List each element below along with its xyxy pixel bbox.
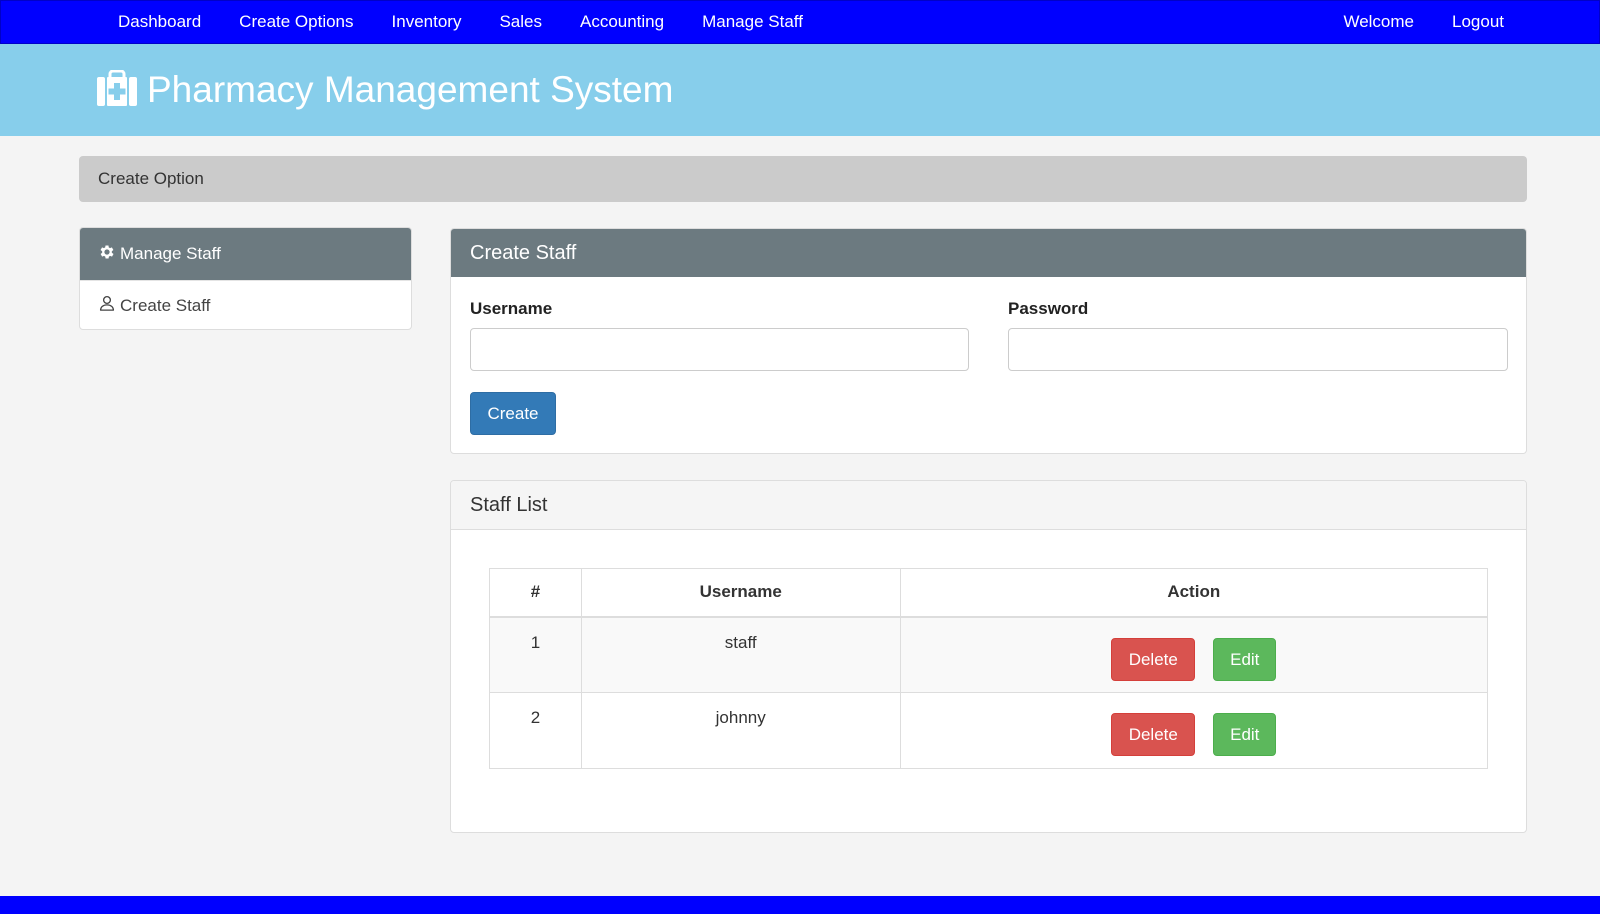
username-label: Username: [470, 299, 553, 318]
row-actions: Delete Edit: [899, 616, 1489, 693]
row-username: staff: [580, 616, 901, 693]
table-row: 2 johnny Delete Edit: [489, 692, 1489, 769]
header-title-group: Pharmacy Management System: [97, 68, 673, 112]
page-title: Pharmacy Management System: [147, 69, 674, 110]
create-staff-heading: Create Staff: [451, 229, 1526, 277]
sidebar-item-label: Create Staff: [120, 295, 211, 315]
nav-dashboard[interactable]: Dashboard: [99, 1, 220, 43]
column-header-username: Username: [580, 568, 901, 618]
top-navbar: Dashboard Create Options Inventory Sales…: [0, 0, 1600, 44]
row-number: 2: [489, 692, 582, 769]
nav-sales[interactable]: Sales: [480, 1, 561, 43]
footer-bar: [0, 896, 1600, 914]
password-input[interactable]: [1008, 328, 1508, 371]
action-group: Delete Edit: [901, 637, 1487, 681]
column-header-action: Action: [899, 568, 1489, 618]
nav-create-options[interactable]: Create Options: [220, 1, 372, 43]
sidebar-heading: Manage Staff: [80, 228, 411, 280]
gear-icon: [98, 243, 116, 266]
nav-accounting[interactable]: Accounting: [561, 1, 683, 43]
edit-button[interactable]: Edit: [1213, 713, 1277, 756]
delete-button[interactable]: Delete: [1111, 713, 1196, 756]
table-row: 1 staff Delete Edit: [489, 616, 1489, 693]
action-group: Delete Edit: [901, 713, 1487, 756]
page-header: Pharmacy Management System: [0, 44, 1600, 136]
sidebar-panel: Manage Staff Create Staff: [79, 227, 412, 330]
create-button[interactable]: Create: [470, 392, 556, 435]
row-number: 1: [489, 616, 582, 693]
sidebar-item-create-staff[interactable]: Create Staff: [80, 280, 411, 329]
user-icon: [98, 294, 116, 317]
nav-left: Dashboard Create Options Inventory Sales…: [99, 1, 822, 43]
delete-button[interactable]: Delete: [1111, 637, 1196, 681]
username-input[interactable]: [470, 328, 969, 371]
edit-button[interactable]: Edit: [1213, 637, 1277, 681]
row-actions: Delete Edit: [899, 692, 1489, 769]
column-header-number: #: [489, 568, 582, 618]
staff-list-panel: Staff List # Username Action 1 staff Del…: [450, 480, 1527, 833]
nav-logout[interactable]: Logout: [1433, 1, 1523, 43]
nav-manage-staff[interactable]: Manage Staff: [683, 1, 822, 43]
nav-inventory[interactable]: Inventory: [373, 1, 481, 43]
password-label: Password: [1008, 299, 1089, 318]
row-username: johnny: [580, 692, 901, 769]
staff-table: # Username Action 1 staff Delete Edit 2 …: [489, 568, 1489, 769]
nav-welcome[interactable]: Welcome: [1324, 1, 1433, 43]
staff-list-heading: Staff List: [451, 481, 1526, 530]
breadcrumb: Create Option: [79, 156, 1527, 202]
table-header-row: # Username Action: [489, 568, 1489, 618]
sidebar-heading-label: Manage Staff: [120, 244, 221, 263]
create-staff-panel: Create Staff Username Password Create: [450, 228, 1527, 454]
medkit-icon: [97, 69, 137, 111]
nav-right: Welcome Logout: [1324, 1, 1523, 43]
